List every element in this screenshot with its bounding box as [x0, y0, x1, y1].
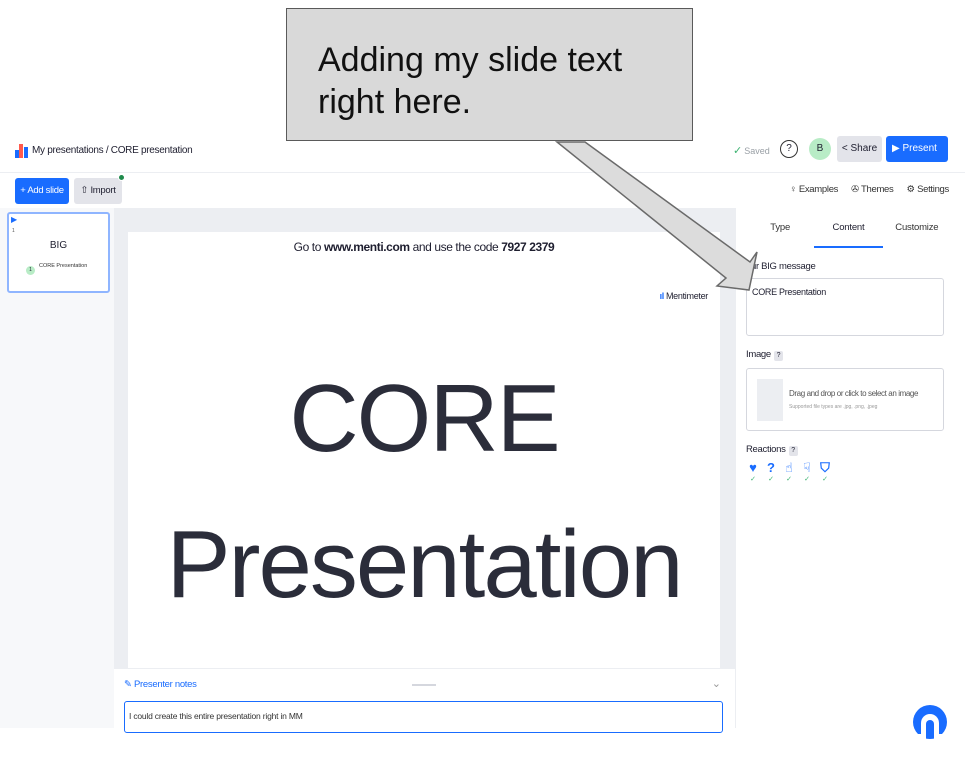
callout-line-1: Adding my slide text — [318, 41, 623, 79]
reaction-shield[interactable]: ⛉ ✓ — [818, 460, 832, 484]
brand-name: Mentimeter — [665, 291, 708, 301]
breadcrumb[interactable]: My presentations / CORE presentation — [32, 145, 193, 156]
callout-text: Adding my slide text right here. — [318, 39, 622, 123]
present-label: Present — [902, 143, 937, 154]
tab-customize[interactable]: Customize — [883, 208, 951, 248]
tab-type[interactable]: Type — [746, 208, 814, 248]
question-mark-icon: ? — [767, 460, 775, 475]
image-dropzone[interactable]: Drag and drop or click to select an imag… — [746, 368, 944, 431]
presenter-notes-input[interactable]: I could create this entire presentation … — [124, 701, 723, 733]
upload-icon: ⇧ — [80, 185, 89, 196]
gear-icon: ⚙ — [906, 184, 916, 195]
question-icon: ? — [786, 143, 792, 154]
slide-number: 1 — [12, 228, 15, 234]
properties-panel: Type Content Customize our BIG message C… — [735, 208, 965, 728]
saved-label: Saved — [744, 146, 770, 156]
image-dropzone-subtext: Supported file types are .jpg, .png, .jp… — [789, 404, 878, 410]
import-label: Import — [90, 185, 116, 196]
resize-handle[interactable] — [412, 684, 436, 686]
presenter-notes-label: Presenter notes — [134, 679, 197, 690]
presenter-notes-panel: ✎ Presenter notes ⌄ I could create this … — [114, 668, 735, 734]
thumbs-up-icon: ☝ — [785, 460, 793, 475]
share-label: Share — [850, 143, 878, 154]
avatar[interactable]: B — [809, 138, 831, 160]
check-icon: ✓ — [750, 476, 756, 483]
toolbar-right: ♀ Examples ✇ Themes ⚙ Settings — [789, 184, 950, 195]
share-icon: < — [841, 143, 848, 154]
mentimeter-bars-icon: ıl — [659, 291, 665, 301]
slide-thumbnail-subtitle: CORE Presentation — [39, 263, 88, 269]
join-code: 7927 2379 — [501, 240, 555, 254]
question-icon[interactable]: ? — [788, 446, 798, 456]
shield-icon: ⛉ — [820, 460, 830, 475]
check-icon: ✓ — [804, 476, 810, 483]
examples-button[interactable]: ♀ Examples — [789, 184, 839, 195]
chevron-down-icon[interactable]: ⌄ — [712, 677, 721, 690]
slide-rail: BIG 1 CORE Presentation ▶ 1 — [0, 208, 114, 728]
join-middle: and use the code — [409, 240, 502, 254]
slide-preview[interactable]: Go to www.menti.com and use the code 792… — [128, 232, 720, 668]
message-label: our BIG message — [746, 261, 816, 272]
check-icon: ✓ — [786, 476, 792, 483]
big-message-line-2: Presentation — [166, 511, 683, 618]
check-icon: ✓ — [733, 145, 743, 157]
themes-button[interactable]: ✇ Themes — [851, 184, 894, 195]
notification-dot — [118, 174, 125, 181]
callout-line-2: right here. — [318, 83, 472, 121]
help-button[interactable]: ? — [780, 140, 798, 158]
image-placeholder-icon — [757, 379, 783, 421]
reaction-question[interactable]: ? ✓ — [764, 460, 778, 484]
question-icon[interactable]: ? — [773, 351, 783, 361]
big-message-input[interactable]: CORE Presentation — [746, 278, 944, 336]
palette-icon: ✇ — [851, 184, 859, 195]
examples-label: Examples — [798, 184, 839, 195]
current-slide-play-icon: ▶ — [11, 215, 18, 224]
heart-icon: ♥ — [749, 460, 757, 475]
add-slide-button[interactable]: + Add slide — [15, 178, 69, 204]
present-button[interactable]: ▶ Present ⌄ — [886, 136, 948, 179]
saved-status: ✓ Saved — [733, 144, 770, 157]
settings-label: Settings — [917, 184, 949, 195]
image-label: Image — [746, 349, 771, 360]
settings-button[interactable]: ⚙ Settings — [907, 184, 950, 195]
reactions-label: Reactions — [746, 444, 786, 455]
reaction-heart[interactable]: ♥ ✓ — [746, 460, 760, 484]
reactions-list: ♥ ✓ ? ✓ ☝ ✓ ☟ ✓ ⛉ ✓ — [746, 460, 832, 484]
lightbulb-icon: ♀ — [789, 184, 797, 195]
check-icon: ✓ — [768, 476, 774, 483]
join-prefix: Go to — [293, 240, 324, 254]
image-dropzone-hint: Drag and drop or click to select an imag… — [789, 389, 919, 398]
annotation-callout: Adding my slide text right here. — [286, 8, 693, 141]
thumbs-down-icon: ☟ — [803, 460, 811, 475]
share-button[interactable]: < Share — [837, 136, 882, 162]
reaction-thumbs-down[interactable]: ☟ ✓ — [800, 460, 814, 484]
check-icon: ✓ — [822, 476, 828, 483]
pencil-icon: ✎ — [124, 679, 132, 690]
big-message-line-1: CORE — [289, 365, 560, 472]
reaction-thumbs-up[interactable]: ☝ ✓ — [782, 460, 796, 484]
themes-label: Themes — [860, 184, 894, 195]
mentimeter-watermark: ıl Mentimeter — [659, 291, 709, 301]
slide-thumbnail[interactable]: BIG 1 CORE Presentation — [7, 212, 110, 293]
import-button[interactable]: ⇧ Import — [74, 178, 122, 204]
panel-tabs: Type Content Customize — [746, 208, 951, 248]
presenter-notes-toggle[interactable]: ✎ Presenter notes — [124, 679, 197, 690]
image-label-row: Image? — [746, 349, 783, 361]
slide-canvas-area: Go to www.menti.com and use the code 792… — [114, 208, 735, 668]
join-url: www.menti.com — [323, 240, 410, 254]
slide-thumbnail-title: BIG — [49, 240, 68, 251]
tab-content[interactable]: Content — [814, 208, 883, 248]
mentimeter-logo-icon[interactable] — [15, 144, 28, 158]
editor-toolbar: + Add slide ⇧ Import ♀ Examples ✇ Themes… — [0, 172, 965, 208]
slide-type-badge: 1 — [26, 266, 35, 275]
join-instructions: Go to www.menti.com and use the code 792… — [128, 240, 720, 254]
play-icon: ▶ — [892, 143, 900, 154]
reactions-label-row: Reactions? — [746, 444, 798, 456]
